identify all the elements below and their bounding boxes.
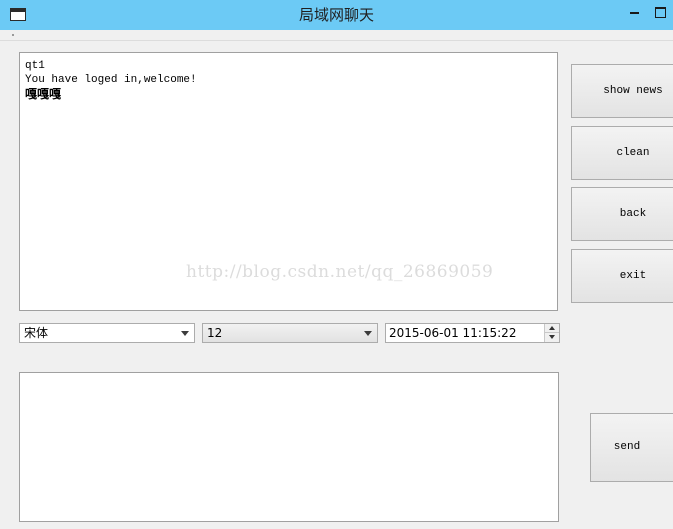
- font-family-value: 宋体: [24, 326, 49, 340]
- menu-bar: [0, 30, 673, 41]
- spin-up-icon[interactable]: [545, 324, 559, 333]
- title-bar: 局域网聊天: [0, 0, 673, 30]
- exit-button[interactable]: exit: [571, 249, 673, 303]
- message-input[interactable]: [19, 372, 559, 522]
- toolbar-grip-icon: [12, 34, 14, 36]
- datetime-spinner[interactable]: [544, 324, 559, 342]
- chevron-down-icon[interactable]: [364, 331, 372, 336]
- font-size-select[interactable]: 12: [202, 323, 378, 343]
- back-button[interactable]: back: [571, 187, 673, 241]
- watermark: http://blog.csdn.net/qq_26869059: [186, 262, 494, 282]
- chevron-down-icon[interactable]: [181, 331, 189, 336]
- window-title: 局域网聊天: [298, 6, 374, 24]
- clean-button[interactable]: clean: [571, 126, 673, 180]
- message-line-text: 嘎嘎嘎: [25, 87, 62, 101]
- datetime-edit[interactable]: 2015-06-01 11:15:22: [385, 323, 560, 343]
- spin-down-icon[interactable]: [545, 333, 559, 342]
- font-size-value: 12: [207, 326, 223, 340]
- message-line-welcome: You have loged in,welcome!: [25, 74, 197, 86]
- message-line-user: qt1: [25, 60, 45, 72]
- send-button[interactable]: send: [590, 413, 673, 482]
- show-news-button[interactable]: show news: [571, 64, 673, 118]
- maximize-icon[interactable]: [645, 0, 673, 28]
- datetime-value: 2015-06-01 11:15:22: [389, 326, 517, 340]
- font-family-select[interactable]: 宋体: [19, 323, 195, 343]
